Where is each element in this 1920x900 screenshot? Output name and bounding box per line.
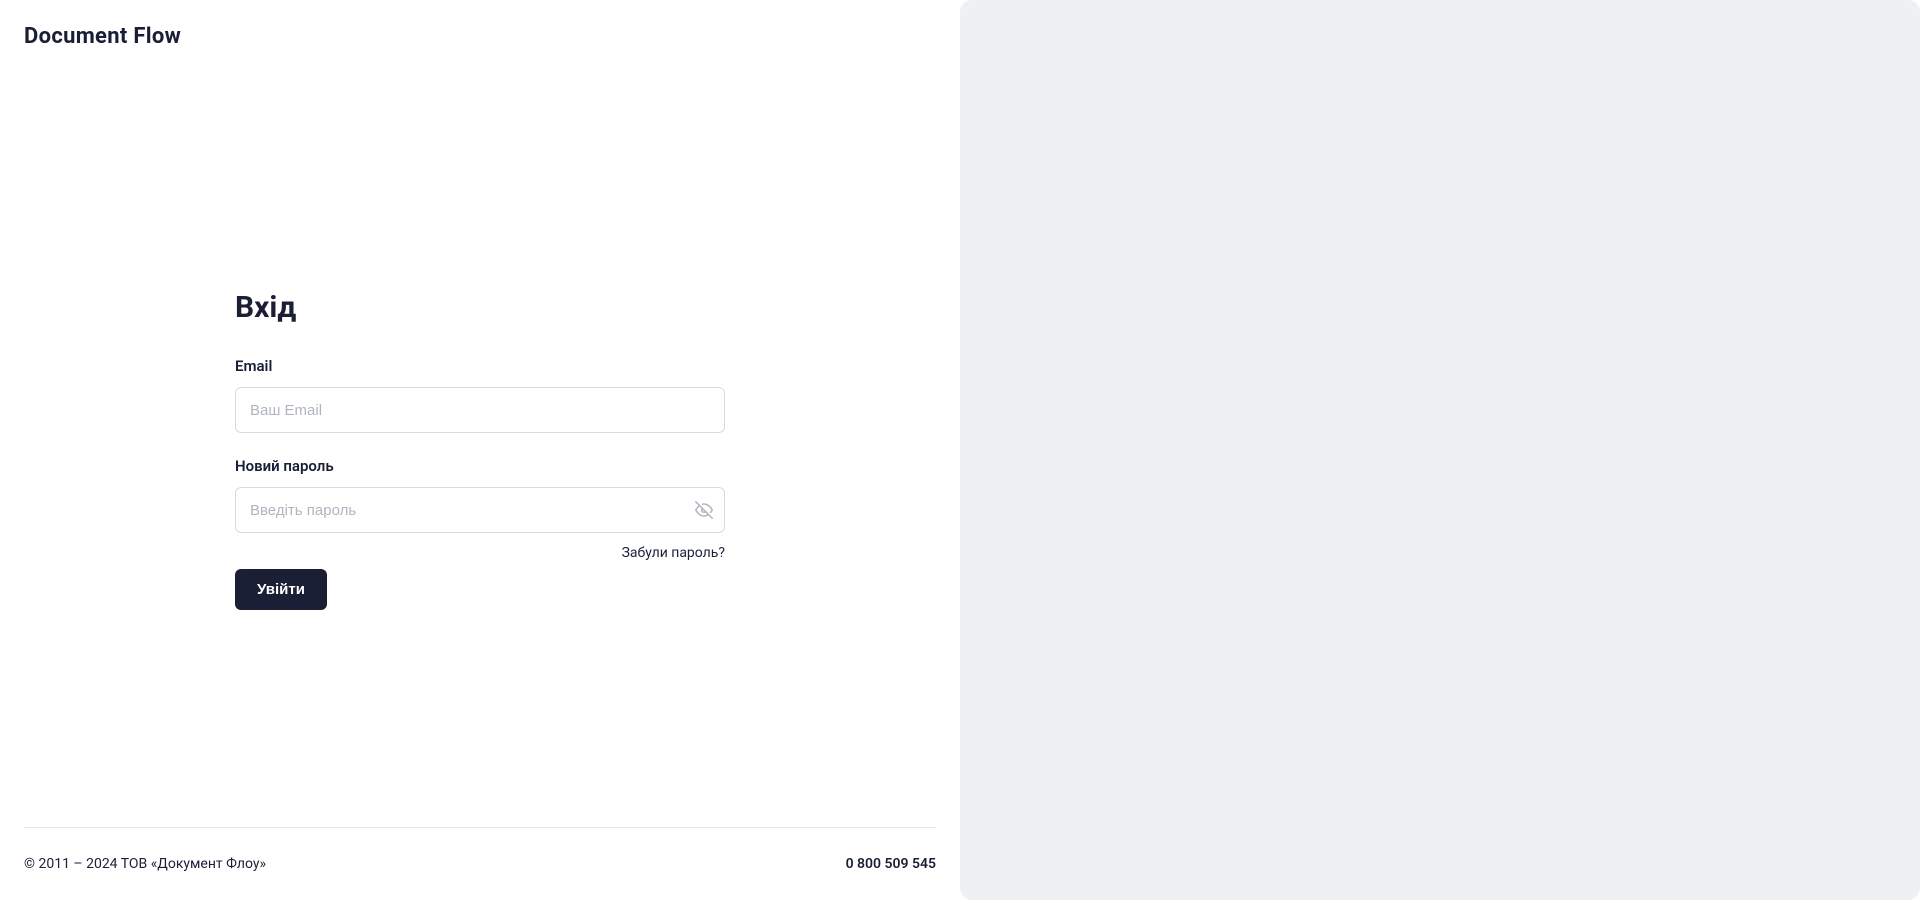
illustration-panel [960, 0, 1920, 900]
password-wrapper [235, 487, 725, 533]
copyright-text: © 2011 – 2024 ТОВ «Документ Флоу» [24, 856, 266, 872]
password-input[interactable] [235, 487, 725, 533]
login-panel: Document Flow Вхід Еmail Новий пароль [0, 0, 960, 900]
email-label: Еmail [235, 357, 725, 375]
password-group: Новий пароль [235, 457, 725, 533]
page-title: Вхід [235, 290, 725, 325]
brand-header: Document Flow [24, 0, 936, 73]
brand-name: Document Flow [24, 24, 936, 49]
phone-number: 0 800 509 545 [846, 856, 936, 872]
password-label: Новий пароль [235, 457, 725, 475]
login-form: Вхід Еmail Новий пароль [235, 290, 725, 610]
form-area: Вхід Еmail Новий пароль [24, 73, 936, 827]
forgot-password-link[interactable]: Забули пароль? [622, 545, 725, 561]
forgot-row: Забули пароль? [235, 545, 725, 561]
email-group: Еmail [235, 357, 725, 433]
eye-off-icon[interactable] [695, 501, 713, 519]
email-input[interactable] [235, 387, 725, 433]
login-button[interactable]: Увійти [235, 569, 327, 610]
footer: © 2011 – 2024 ТОВ «Документ Флоу» 0 800 … [24, 827, 936, 900]
